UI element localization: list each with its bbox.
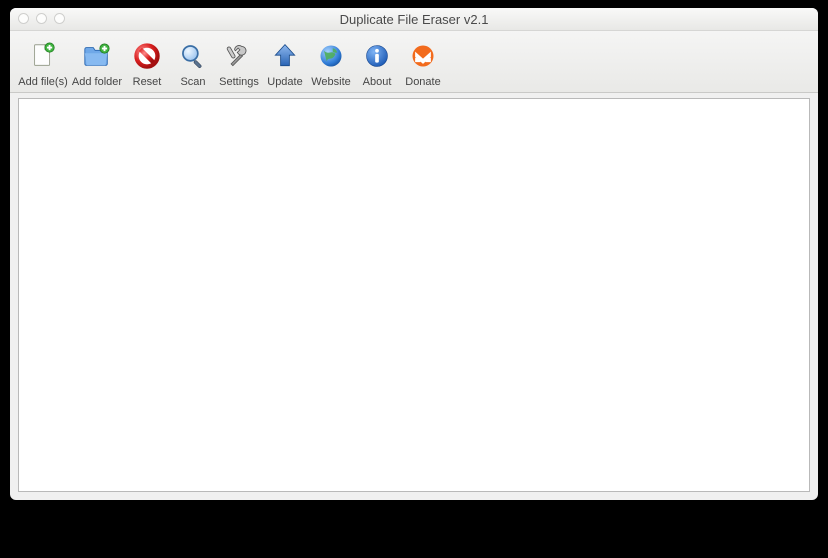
toolbar: Add file(s) Add folder <box>10 31 818 93</box>
app-window: Duplicate File Eraser v2.1 Add file(s) <box>10 8 818 500</box>
minimize-window-button[interactable] <box>36 13 47 24</box>
toolbar-label: About <box>363 76 392 88</box>
toolbar-label: Add file(s) <box>18 76 68 88</box>
toolbar-label: Reset <box>133 76 162 88</box>
titlebar: Duplicate File Eraser v2.1 <box>10 8 818 31</box>
update-button[interactable]: Update <box>262 31 308 92</box>
results-list[interactable] <box>18 98 810 492</box>
window-title: Duplicate File Eraser v2.1 <box>340 12 489 27</box>
website-button[interactable]: Website <box>308 31 354 92</box>
file-plus-icon <box>27 40 59 72</box>
toolbar-label: Website <box>311 76 351 88</box>
window-controls <box>18 13 65 24</box>
donate-button[interactable]: Donate <box>400 31 446 92</box>
settings-button[interactable]: Settings <box>216 31 262 92</box>
folder-plus-icon <box>81 40 113 72</box>
search-icon <box>177 40 209 72</box>
about-button[interactable]: About <box>354 31 400 92</box>
toolbar-label: Settings <box>219 76 259 88</box>
add-files-button[interactable]: Add file(s) <box>16 31 70 92</box>
donate-icon <box>407 40 439 72</box>
close-window-button[interactable] <box>18 13 29 24</box>
toolbar-label: Update <box>267 76 302 88</box>
info-icon <box>361 40 393 72</box>
toolbar-label: Add folder <box>72 76 122 88</box>
globe-icon <box>315 40 347 72</box>
arrow-up-icon <box>269 40 301 72</box>
zoom-window-button[interactable] <box>54 13 65 24</box>
toolbar-label: Scan <box>180 76 205 88</box>
tools-icon <box>223 40 255 72</box>
no-entry-icon <box>131 40 163 72</box>
toolbar-label: Donate <box>405 76 440 88</box>
add-folder-button[interactable]: Add folder <box>70 31 124 92</box>
scan-button[interactable]: Scan <box>170 31 216 92</box>
reset-button[interactable]: Reset <box>124 31 170 92</box>
